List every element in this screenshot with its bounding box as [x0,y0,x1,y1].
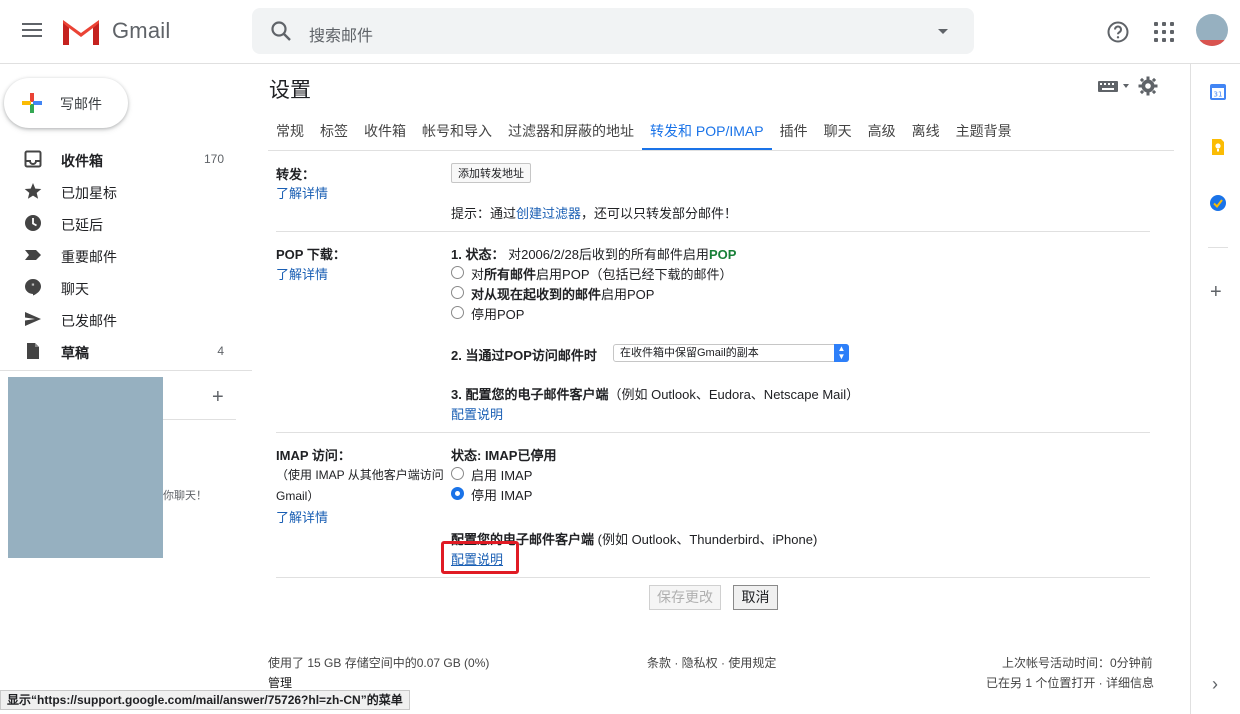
sidebar-item-inbox[interactable]: 收件箱 170 [0,143,252,175]
tab-chat[interactable]: 聊天 [816,112,860,150]
draft-icon [27,343,39,359]
tab-advanced[interactable]: 高级 [860,112,904,150]
cancel-button[interactable]: 取消 [733,585,778,610]
settings-tabs: 常规 标签 收件箱 帐号和导入 过滤器和屏蔽的地址 转发和 POP/IMAP 插… [268,112,1020,150]
add-forwarding-address-button[interactable]: 添加转发地址 [451,163,531,183]
tab-addons[interactable]: 插件 [772,112,816,150]
clock-icon [25,215,41,231]
section-divider [276,577,1150,578]
account-avatar[interactable] [1196,14,1228,46]
pop-from-now-label[interactable]: 对从现在起收到的邮件启用POP [471,284,654,303]
section-divider [276,432,1150,433]
page-title: 设置 [269,79,311,102]
chat-hint-text: 你聊天！ [163,490,207,502]
chevron-right-icon[interactable]: › [1212,674,1218,695]
imap-disable-radio[interactable] [451,487,464,500]
manage-storage-link[interactable]: 管理 [268,674,292,691]
create-filter-link[interactable]: 创建过滤器 [516,206,581,221]
star-icon [24,183,42,199]
sidebar-divider [0,370,252,371]
tabs-divider [268,150,1174,151]
imap-disable-label[interactable]: 停用 IMAP [471,485,532,504]
pop-download-label: POP 下载： [276,247,346,262]
inbox-icon [24,150,42,168]
pop-status: 1. 状态： 对2006/2/28后收到的所有邮件启用POP [451,247,737,262]
tab-offline[interactable]: 离线 [904,112,948,150]
footer-links[interactable]: 条款 · 隐私权 · 使用规定 [647,654,776,671]
send-icon [25,312,41,326]
sidebar-item-chats[interactable]: " 聊天 [0,271,252,303]
pop-config-client: 3. 配置您的电子邮件客户端（例如 Outlook、Eudora、Netscap… [451,387,860,402]
chat-panel-placeholder [8,377,163,558]
apps-grid-icon[interactable] [1154,22,1174,42]
gmail-wordmark: Gmail [112,18,171,43]
pop-action-select[interactable]: 在收件箱中保留Gmail的副本 ▲ ▼ [613,344,849,362]
other-location-details[interactable]: 已在另 1 个位置打开 · 详细信息 [986,674,1154,691]
new-chat-plus-icon[interactable]: + [212,386,224,409]
pop-when-accessed-label: 2. 当通过POP访问邮件时 [451,348,597,363]
search-options-icon[interactable] [938,29,948,34]
tab-forwarding-pop-imap[interactable]: 转发和 POP/IMAP [642,112,772,150]
pop-disable-label[interactable]: 停用POP [471,304,524,323]
browser-status-bar: 显示“https://support.google.com/mail/answe… [0,690,410,710]
tab-general[interactable]: 常规 [268,112,312,150]
tab-accounts[interactable]: 帐号和导入 [414,112,500,150]
tasks-icon[interactable] [1209,194,1227,212]
section-divider [276,231,1150,232]
get-addons-plus-icon[interactable]: + [1210,281,1222,304]
forwarding-label: 转发： [276,167,316,182]
tab-filters[interactable]: 过滤器和屏蔽的地址 [500,112,642,150]
pop-all-mail-label[interactable]: 对所有邮件启用POP（包括已经下载的邮件） [471,264,733,283]
storage-usage: 使用了 15 GB 存储空间中的0.07 GB (0%) [268,656,490,670]
imap-desc-line2: Gmail） [276,489,320,503]
tab-themes[interactable]: 主题背景 [948,112,1020,150]
tab-inbox[interactable]: 收件箱 [356,112,414,150]
pop-disable-radio[interactable] [451,306,464,319]
gear-icon[interactable] [1138,76,1158,96]
keyboard-icon[interactable] [1097,79,1131,93]
save-changes-button[interactable]: 保存更改 [649,585,721,610]
imap-desc-line1: （使用 IMAP 从其他客户端访问 [276,468,444,482]
highlight-box [441,541,519,574]
side-panel-divider [1208,247,1228,248]
side-panel [1190,64,1240,714]
last-activity: 上次帐号活动时间：0分钟前 [1002,656,1153,670]
imap-access-label: IMAP 访问： [276,448,351,463]
important-icon [25,250,41,260]
sidebar-nav: 收件箱 170 已加星标 已延后 重要邮件 " 聊天 已发邮件 草稿 4 [0,143,252,367]
search-icon[interactable] [270,20,292,42]
svg-text:": " [31,283,35,292]
svg-text:31: 31 [1214,91,1223,99]
compose-plus-icon [22,93,42,113]
pop-all-mail-radio[interactable] [451,266,464,279]
imap-status: 状态: IMAP已停用 [451,448,557,463]
chat-icon: " [25,279,41,296]
keep-icon[interactable] [1209,138,1227,156]
select-arrows-icon: ▲ ▼ [834,344,849,362]
pop-learn-more-link[interactable]: 了解详情 [276,264,328,283]
menu-icon[interactable] [20,20,44,44]
help-icon[interactable] [1106,20,1130,44]
forwarding-tip: 提示：通过创建过滤器，还可以只转发部分邮件！ [451,206,738,221]
sidebar-item-starred[interactable]: 已加星标 [0,175,252,207]
pop-config-instructions-link[interactable]: 配置说明 [451,404,503,423]
search-bar[interactable]: 搜索邮件 [252,8,974,54]
sidebar-item-snoozed[interactable]: 已延后 [0,207,252,239]
compose-label: 写邮件 [60,96,102,112]
tab-labels[interactable]: 标签 [312,112,356,150]
calendar-icon[interactable]: 31 [1209,83,1227,101]
imap-enable-radio[interactable] [451,467,464,480]
forwarding-learn-more-link[interactable]: 了解详情 [276,183,328,202]
imap-enable-label[interactable]: 启用 IMAP [471,465,532,484]
sidebar-item-drafts[interactable]: 草稿 4 [0,335,252,367]
top-bar: Gmail 搜索邮件 [0,0,1240,64]
chat-divider [163,419,236,420]
imap-learn-more-link[interactable]: 了解详情 [276,507,328,526]
sidebar-item-important[interactable]: 重要邮件 [0,239,252,271]
pop-from-now-radio[interactable] [451,286,464,299]
search-input[interactable]: 搜索邮件 [309,22,373,46]
sidebar-item-sent[interactable]: 已发邮件 [0,303,252,335]
compose-button[interactable]: 写邮件 [4,78,128,128]
gmail-logo-icon[interactable] [60,14,102,48]
